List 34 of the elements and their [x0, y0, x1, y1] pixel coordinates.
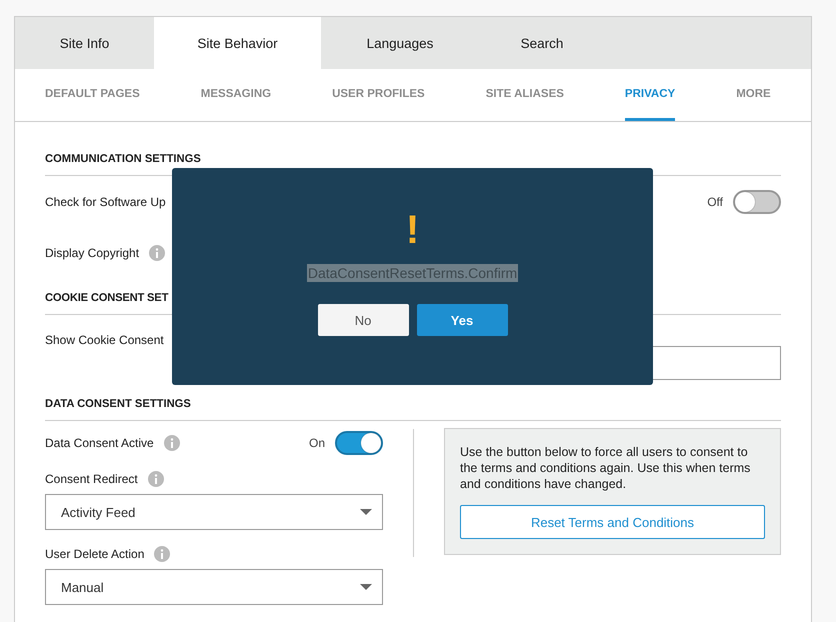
setting-label: Check for Software Up [45, 194, 166, 208]
warning-icon: ! [406, 210, 420, 250]
reset-terms-button[interactable]: Reset Terms and Conditions [460, 505, 765, 539]
tab[interactable]: Search [479, 17, 605, 69]
setting-label: Display Copyright [45, 246, 140, 260]
dialog-message: DataConsentResetTerms.Confirm [306, 264, 518, 282]
confirm-button[interactable]: Yes [416, 304, 508, 336]
subtab[interactable]: PRIVACY [624, 69, 676, 121]
subtab[interactable]: DEFAULT PAGES [45, 69, 140, 121]
subtab[interactable]: SITE ALIASES [486, 69, 564, 121]
dropdown[interactable]: Activity Feed [45, 494, 383, 530]
subtab[interactable]: USER PROFILES [332, 69, 425, 121]
toggle-switch[interactable] [335, 431, 383, 455]
field-label: User Delete Action [45, 547, 144, 561]
toggle-state-label: Off [707, 194, 723, 208]
info-text: Use the button below to force all users to consent to the terms and conditions again. Use this when terms and conditions have changed. [460, 444, 752, 492]
info-icon[interactable] [154, 546, 170, 562]
tab[interactable]: Site Info [15, 17, 154, 69]
tab[interactable]: Site Behavior [154, 17, 321, 69]
dropdown[interactable]: Manual [45, 569, 383, 605]
info-icon[interactable] [164, 435, 180, 451]
setting-label: Show Cookie Consent [45, 333, 164, 347]
cancel-button[interactable]: No [318, 304, 408, 336]
info-icon[interactable] [148, 471, 164, 487]
caret-icon [360, 509, 372, 515]
info-icon[interactable] [149, 244, 166, 260]
toggle-state-label: On [308, 436, 325, 450]
field-label: Consent Redirect [45, 472, 138, 486]
caret-icon [360, 584, 372, 590]
setting-label: Data Consent Active [45, 436, 154, 450]
subtab[interactable]: MORE [736, 69, 771, 121]
subtab[interactable]: MESSAGING [200, 69, 272, 121]
tab[interactable]: Languages [321, 17, 479, 69]
toggle-switch[interactable] [733, 190, 781, 214]
